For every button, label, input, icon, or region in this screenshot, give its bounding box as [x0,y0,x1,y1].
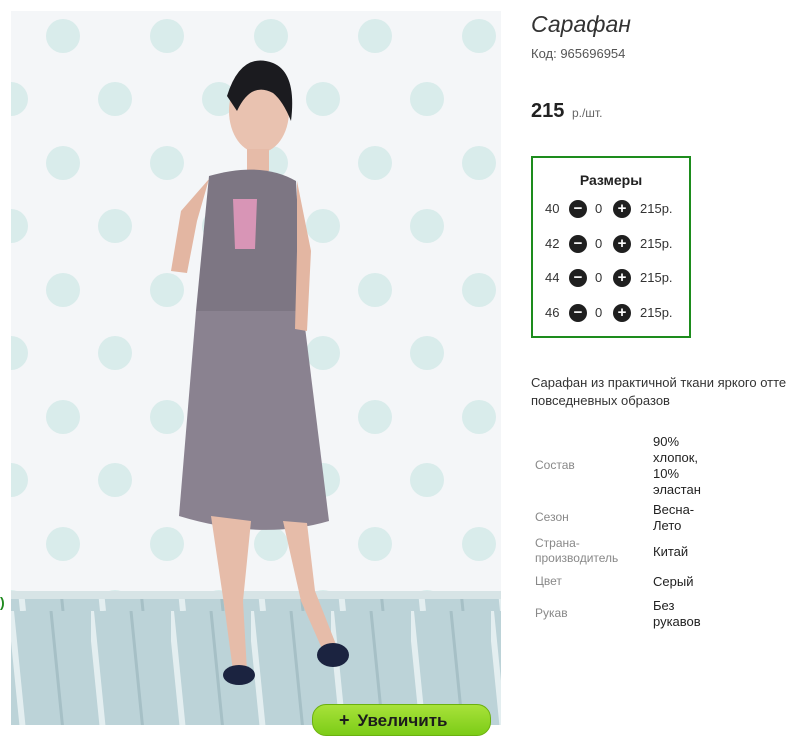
size-label: 44 [545,270,560,285]
minus-button[interactable]: − [569,269,587,287]
attr-value-line: Лето [653,518,682,533]
attr-label-season: Сезон [535,510,569,524]
attr-value-line: Весна- [653,502,695,517]
side-fragment: ) [0,594,5,610]
attr-value-sleeve: Без рукавов [653,598,701,630]
size-price: 215р. [640,305,673,320]
attr-value-season: Весна- Лето [653,502,694,534]
description-line: повседневных образов [531,393,670,408]
sizes-title: Размеры [579,172,643,188]
product-photo[interactable] [11,11,501,725]
plus-button[interactable]: + [613,304,631,322]
attr-value-line: эластан [653,482,701,497]
size-price: 215р. [640,270,673,285]
attr-value-line: Без [653,598,675,613]
product-title: Сарафан [531,11,631,37]
zoom-button[interactable]: + Увеличить [312,704,491,736]
attr-label-color: Цвет [535,574,562,588]
attr-label-line: производитель [535,551,619,565]
attr-value-country: Китай [653,544,689,559]
size-quantity: 0 [595,201,603,216]
product-description: Сарафан из практичной ткани яркого отте … [531,374,810,410]
sizes-box: Размеры 40 − 0 + 215р. 42 − 0 + 215р. 44… [531,156,691,338]
attr-value-composition: 90% хлопок, 10% эластан [653,434,701,498]
attr-value-line: 10% [653,466,680,481]
minus-button[interactable]: − [569,200,587,218]
attr-value-color: Серый [653,574,694,589]
size-price: 215р. [640,201,673,216]
size-row: 46 − 0 + 215р. [543,303,683,323]
size-quantity: 0 [595,270,603,285]
attr-label-composition: Состав [535,458,575,472]
price-value: 215 [531,100,565,122]
attr-value-line: рукавов [653,614,701,629]
price-unit: р./шт. [571,106,603,120]
size-label: 40 [545,201,560,216]
plus-button[interactable]: + [613,269,631,287]
minus-button[interactable]: − [569,235,587,253]
product-image [11,11,501,725]
attr-label-line: Страна- [535,536,580,550]
description-line: Сарафан из практичной ткани яркого отте [531,375,787,390]
size-row: 40 − 0 + 215р. [543,199,683,219]
zoom-label: Увеличить [357,711,448,730]
size-quantity: 0 [595,236,603,251]
attr-label-sleeve: Рукав [535,606,568,620]
product-code: Код: 965696954 [531,46,626,61]
plus-button[interactable]: + [613,235,631,253]
attr-value-line: 90% [653,434,680,449]
size-label: 46 [545,305,560,320]
size-price: 215р. [640,236,673,251]
plus-icon: + [339,710,350,730]
plus-button[interactable]: + [613,200,631,218]
size-row: 44 − 0 + 215р. [543,268,683,288]
product-price: 215 р./шт. [531,100,602,123]
size-row: 42 − 0 + 215р. [543,234,683,254]
attr-value-line: хлопок, [653,450,699,465]
attr-label-country: Страна- производитель [535,536,618,566]
size-label: 42 [545,236,560,251]
minus-button[interactable]: − [569,304,587,322]
size-quantity: 0 [595,305,603,320]
